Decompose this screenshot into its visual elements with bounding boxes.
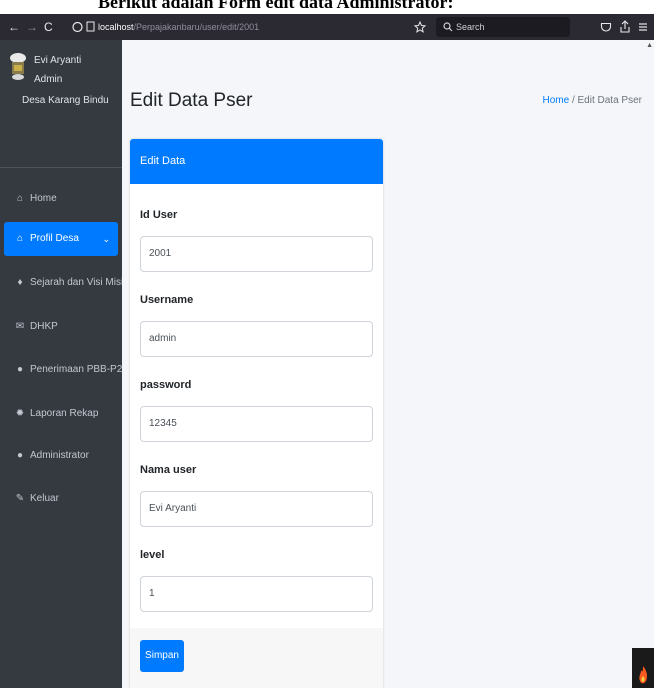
user-role: Admin [34,74,63,85]
main-content: Edit Data Pser Home / Edit Data Pser Edi… [122,40,654,688]
sidebar-item-label: Penerimaan PBB-P2 [30,364,123,375]
back-button[interactable]: ← [8,14,20,40]
breadcrumb-home-link[interactable]: Home [542,95,569,106]
user-panel: Evi Aryanti Admin Desa Karang Bindu [0,40,122,168]
user-icon: ● [16,364,24,375]
caption-text: Berikut adalah Form edit data Administra… [98,0,454,12]
search-input[interactable]: Search [436,17,570,37]
sidebar: Evi Aryanti Admin Desa Karang Bindu ⌂ Ho… [0,40,123,688]
chevron-down-icon: ⌄ [102,234,110,244]
search-placeholder: Search [456,22,485,32]
page-icon [86,21,95,32]
breadcrumb-current: Edit Data Pser [577,95,642,106]
sidebar-item-sejarah[interactable]: ♦ Sejarah dan Visi Misi [4,266,123,300]
sidebar-item-label: Home [30,193,57,204]
password-label: password [140,379,192,391]
sidebar-item-label: Sejarah dan Visi Misi [30,277,124,288]
level-label: level [140,549,165,561]
user-village: Desa Karang Bindu [22,95,109,106]
user-icon: ● [16,450,24,461]
sidebar-item-label: Administrator [30,450,89,461]
reload-button[interactable]: C [44,14,53,40]
username-label: Username [140,294,194,306]
card-footer: Simpan [130,628,383,688]
sidebar-item-label: Keluar [30,493,59,504]
page-title: Edit Data Pser [130,90,253,111]
pocket-icon[interactable] [600,21,612,33]
address-bar[interactable]: localhost/Perpajakanbaru/user/edit/2001 [86,17,408,37]
username-field[interactable]: admin [140,321,373,357]
id-user-label: Id User [140,209,178,221]
flame-icon [639,666,647,684]
url-path: /Perpajakanbaru/user/edit/2001 [133,22,260,32]
nama-user-field[interactable]: Evi Aryanti [140,491,373,527]
sidebar-item-label: DHKP [30,321,58,332]
shield-icon [72,21,83,33]
search-icon [443,22,453,32]
gear-icon: ✹ [15,408,25,419]
sidebar-item-dhkp[interactable]: ✉ DHKP [4,310,118,344]
browser-toolbar: ← → C localhost/Perpajakanbaru/user/edit… [0,14,654,40]
edit-form-card: Edit Data Id User 2001 Username admin pa… [130,139,383,688]
id-user-field[interactable]: 2001 [140,236,373,272]
share-icon[interactable] [619,20,631,34]
sidebar-item-label: Laporan Rekap [30,408,99,419]
avatar [10,53,26,80]
breadcrumb-separator: / [571,95,575,106]
bookmark-star-icon[interactable] [414,21,426,33]
sidebar-item-laporan[interactable]: ✹ Laporan Rekap [4,397,118,431]
password-field[interactable]: 12345 [140,406,373,442]
card-header: Edit Data [130,139,383,184]
sidebar-item-home[interactable]: ⌂ Home [4,182,118,216]
save-button[interactable]: Simpan [140,640,184,672]
home-icon: ⌂ [16,193,24,204]
user-name[interactable]: Evi Aryanti [34,55,81,66]
forward-button[interactable]: → [26,14,38,40]
sidebar-item-penerimaan[interactable]: ● Penerimaan PBB-P2 [4,353,122,387]
breadcrumb: Home / Edit Data Pser [542,95,642,106]
sidebar-item-keluar[interactable]: ✎ Keluar [4,482,118,516]
sidebar-item-label: Profil Desa [30,233,79,244]
home-icon: ⌂ [16,233,24,244]
scroll-up-icon[interactable]: ▲ [646,42,653,49]
scrollbar[interactable]: ▲ [646,40,654,688]
menu-icon[interactable] [638,22,648,32]
envelope-icon: ✉ [15,321,25,332]
document-caption: Berikut adalah Form edit data Administra… [0,0,654,14]
brush-icon: ✎ [15,493,25,504]
level-field[interactable]: 1 [140,576,373,612]
sidebar-item-administrator[interactable]: ● Administrator [4,439,118,473]
dock-app-icon[interactable] [632,648,654,688]
pin-icon: ♦ [17,277,23,288]
sidebar-item-profil-desa[interactable]: ⌂ Profil Desa ⌄ [4,222,118,256]
nama-user-label: Nama user [140,464,197,476]
url-host: localhost [98,22,134,32]
